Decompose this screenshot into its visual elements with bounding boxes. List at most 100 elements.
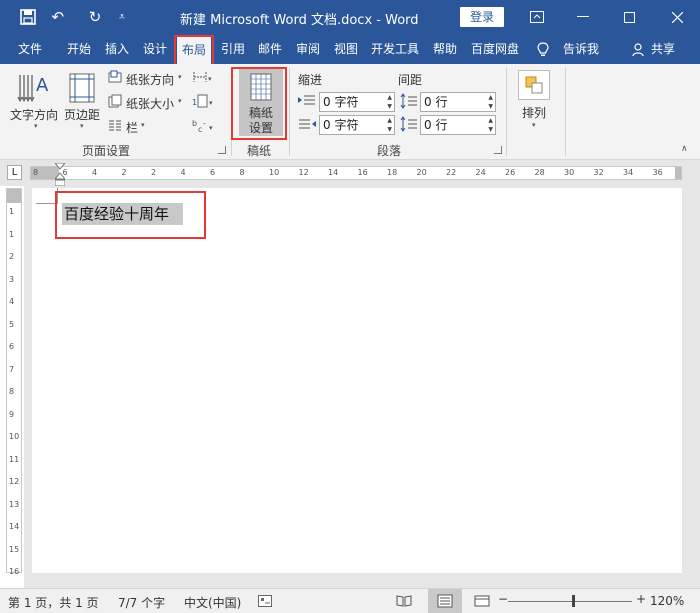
ruler-tick-label: 11	[9, 454, 20, 464]
web-layout-icon[interactable]	[474, 595, 490, 610]
page-count[interactable]: 第 1 页，共 1 页	[8, 594, 99, 611]
page-setup-dialog-launcher-icon[interactable]	[218, 146, 226, 154]
maximize-icon[interactable]	[606, 0, 652, 34]
zoom-out-button[interactable]: −	[498, 592, 508, 606]
tab-insert[interactable]: 插入	[105, 34, 129, 64]
paper-size-button[interactable]: 纸张大小	[126, 95, 174, 112]
arrange-icon[interactable]	[518, 70, 550, 100]
title-bar: ↶ ▾ ↻ ⩡ 新建 Microsoft Word 文档.docx - Word …	[0, 0, 700, 34]
paragraph-dialog-launcher-icon[interactable]	[494, 146, 502, 154]
login-button[interactable]: 登录	[460, 7, 504, 27]
language-indicator[interactable]: 中文(中国)	[184, 594, 241, 611]
spin-down-icon[interactable]: ▼	[387, 126, 392, 134]
ruler-tick-label: 30	[564, 168, 575, 177]
zoom-slider-handle[interactable]	[572, 595, 575, 607]
chevron-down-icon[interactable]: ▾	[141, 121, 145, 129]
spin-down-icon[interactable]: ▼	[387, 103, 392, 111]
group-label-page-setup: 页面设置	[82, 144, 131, 158]
chevron-down-icon[interactable]: ▾	[532, 121, 536, 129]
ribbon-tabs: 文件 开始 插入 设计 布局 引用 邮件 审阅 视图 开发工具 帮助 百度网盘 …	[0, 34, 700, 64]
spin-up-icon[interactable]: ▲	[387, 117, 392, 125]
tab-mailings[interactable]: 邮件	[258, 34, 282, 64]
indent-marker-icon[interactable]	[53, 162, 67, 187]
tab-home[interactable]: 开始	[67, 34, 91, 64]
svg-text:1: 1	[192, 98, 197, 107]
word-count[interactable]: 7/7 个字	[118, 594, 165, 611]
spacing-after-value: 0 行	[424, 118, 448, 132]
ruler-tick-label: 6	[210, 168, 216, 177]
ruler-tick-label: 8	[239, 168, 245, 177]
lightbulb-icon[interactable]	[537, 34, 549, 64]
ruler-tick-label: 3	[9, 274, 15, 284]
tab-view[interactable]: 视图	[334, 34, 358, 64]
collapse-ribbon-icon[interactable]: ∧	[681, 144, 688, 154]
margins-button[interactable]: 页边距	[64, 106, 100, 123]
minimize-icon[interactable]	[560, 0, 606, 34]
chevron-down-icon[interactable]: ▾	[178, 97, 182, 105]
spin-down-icon[interactable]: ▼	[488, 103, 493, 111]
columns-button[interactable]: 栏	[126, 119, 138, 136]
customize-quick-access-icon[interactable]: ⩡	[114, 0, 130, 34]
document-page[interactable]	[32, 188, 682, 573]
ribbon-layout: A 文字方向 ▾ 页边距 ▾ 纸张方向 ▾ 纸张大小 ▾ 栏 ▾ ▾ 1 ▾ bc…	[0, 64, 700, 160]
spin-down-icon[interactable]: ▼	[488, 126, 493, 134]
breaks-icon[interactable]: ▾	[192, 70, 216, 87]
ruler-margin-right	[675, 167, 681, 179]
chevron-down-icon[interactable]: ▾	[34, 122, 38, 130]
close-icon[interactable]	[654, 0, 700, 34]
undo-icon[interactable]: ↶ ▾	[48, 0, 74, 34]
tab-selector[interactable]: L	[7, 165, 22, 180]
ruler-tick-label: 28	[534, 168, 545, 177]
tab-design[interactable]: 设计	[143, 34, 167, 64]
tab-review[interactable]: 审阅	[296, 34, 320, 64]
arrange-button[interactable]: 排列	[522, 104, 546, 121]
zoom-level[interactable]: 120%	[650, 594, 684, 608]
text-direction-icon[interactable]: A	[14, 70, 54, 108]
tab-file[interactable]: 文件	[18, 34, 42, 64]
share-button[interactable]: 共享	[651, 34, 675, 64]
macro-record-icon[interactable]	[258, 595, 272, 610]
print-layout-icon[interactable]	[428, 589, 462, 613]
text-direction-button[interactable]: 文字方向	[10, 106, 58, 123]
margins-icon[interactable]	[68, 72, 96, 104]
ruler-tick-label: 13	[9, 499, 20, 509]
indent-right-input[interactable]: 0 字符 ▲ ▼	[319, 115, 395, 135]
ruler-tick-label: 34	[623, 168, 634, 177]
spin-up-icon[interactable]: ▲	[387, 94, 392, 102]
spin-up-icon[interactable]: ▲	[488, 117, 493, 125]
ruler-tick-label: 20	[416, 168, 427, 177]
ribbon-display-options-icon[interactable]	[514, 0, 560, 34]
tab-baidu-pan[interactable]: 百度网盘	[471, 34, 519, 64]
user-icon[interactable]	[632, 34, 644, 64]
spacing-before-input[interactable]: 0 行 ▲ ▼	[420, 92, 496, 112]
tab-developer[interactable]: 开发工具	[371, 34, 419, 64]
ruler-tick-label: 9	[9, 409, 15, 419]
zoom-in-button[interactable]: +	[636, 592, 646, 606]
paper-size-icon[interactable]	[108, 94, 122, 111]
orientation-button[interactable]: 纸张方向	[126, 71, 174, 88]
zoom-slider[interactable]	[508, 601, 632, 602]
spacing-after-input[interactable]: 0 行 ▲ ▼	[420, 115, 496, 135]
save-icon[interactable]	[16, 0, 40, 34]
chevron-down-icon[interactable]: ▾	[80, 122, 84, 130]
horizontal-ruler[interactable]: 8 6 4 2 2 4 6 8 10 12 14 16 18 20 22 24 26 28 30 32 34 36	[30, 166, 682, 180]
vertical-ruler[interactable]: 1 1 2 3 4 5 6 7 8 9 10 11 12 13 14 15 16	[6, 188, 22, 576]
orientation-icon[interactable]	[108, 70, 122, 87]
tab-help[interactable]: 帮助	[433, 34, 457, 64]
columns-icon[interactable]	[108, 118, 122, 135]
redo-icon[interactable]: ↻	[84, 0, 106, 34]
tell-me-search[interactable]: 告诉我	[563, 34, 599, 64]
chevron-down-icon[interactable]: ▾	[178, 73, 182, 81]
indent-left-input[interactable]: 0 字符 ▲ ▼	[319, 92, 395, 112]
line-numbers-icon[interactable]: 1 ▾	[192, 94, 216, 111]
indent-left-icon	[298, 94, 316, 111]
spin-up-icon[interactable]: ▲	[488, 94, 493, 102]
ruler-tick-label: 24	[475, 168, 486, 177]
ruler-tick-label: 4	[92, 168, 98, 177]
ruler-tick-label: 14	[328, 168, 339, 177]
svg-text:▾: ▾	[209, 124, 213, 132]
indent-right-icon	[298, 118, 316, 135]
read-mode-icon[interactable]	[396, 595, 412, 610]
hyphenation-icon[interactable]: b c - ▾	[192, 118, 216, 137]
tab-references[interactable]: 引用	[221, 34, 245, 64]
